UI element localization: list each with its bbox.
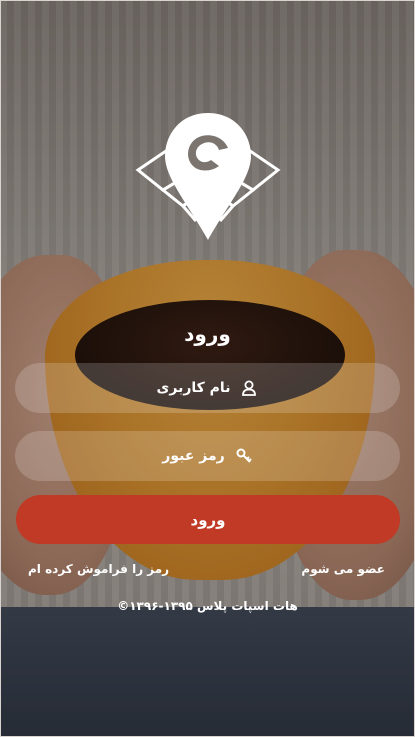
password-placeholder: رمز عبور <box>162 448 225 464</box>
register-link[interactable]: عضو می شوم <box>301 562 385 576</box>
copyright-text: ©۱۳۹۶-۱۳۹۵ هات اسپات پلاس <box>117 599 298 613</box>
username-field[interactable]: نام کاربری <box>15 363 400 413</box>
password-field[interactable]: رمز عبور <box>15 431 400 481</box>
page-title: ورود <box>184 322 231 346</box>
key-icon <box>235 447 253 465</box>
user-icon <box>240 379 258 397</box>
forgot-password-link[interactable]: رمز را فراموش کرده ام <box>28 562 169 576</box>
login-button[interactable]: ورود <box>16 495 400 544</box>
location-wifi-logo <box>133 108 283 248</box>
username-placeholder: نام کاربری <box>156 380 231 396</box>
